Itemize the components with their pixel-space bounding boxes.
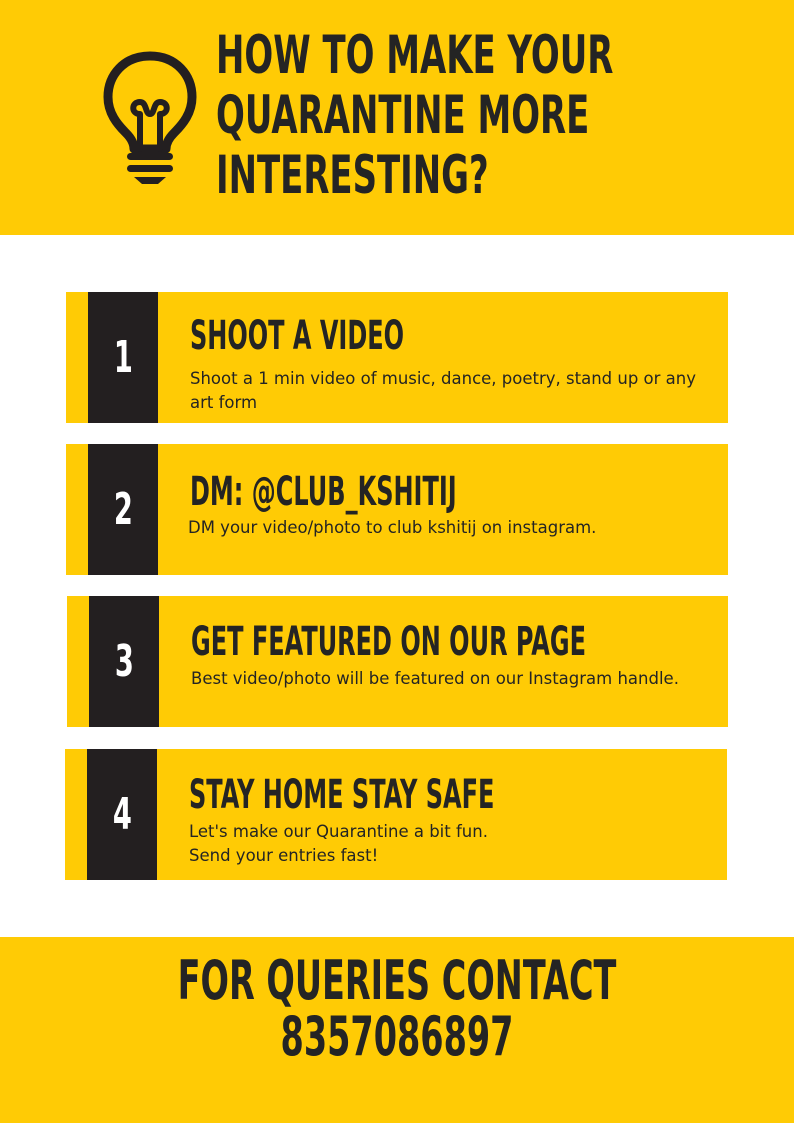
contact-block: FOR QUERIES CONTACT 8357086897 <box>0 953 794 1065</box>
step-description-line: Let's make our Quarantine a bit fun. <box>189 822 488 841</box>
step-card-1: 1 SHOOT A VIDEO Shoot a 1 min video of m… <box>66 292 728 423</box>
step-title: DM: @CLUB_KSHITIJ <box>190 469 457 515</box>
title-line: INTERESTING? <box>216 145 489 206</box>
step-description: Shoot a 1 min video of music, dance, poe… <box>190 369 696 412</box>
step-title: GET FEATURED ON OUR PAGE <box>191 619 586 665</box>
step-number-badge: 1 <box>88 292 158 423</box>
footer-banner: FOR QUERIES CONTACT 8357086897 <box>0 937 794 1123</box>
step-description-line: Send your entries fast! <box>189 846 379 865</box>
contact-label: FOR QUERIES CONTACT <box>177 949 617 1012</box>
step-card-2: 2 DM: @CLUB_KSHITIJ DM your video/photo … <box>66 444 728 575</box>
step-description: Best video/photo will be featured on our… <box>191 669 679 688</box>
title-line: HOW TO MAKE YOUR <box>216 25 614 86</box>
step-description: DM your video/photo to club kshitij on i… <box>188 518 597 537</box>
page-title: HOW TO MAKE YOUR QUARANTINE MORE INTERES… <box>216 26 613 206</box>
step-card-3: 3 GET FEATURED ON OUR PAGE Best video/ph… <box>67 596 728 727</box>
step-number: 2 <box>113 484 133 535</box>
step-description: Let's make our Quarantine a bit fun. Sen… <box>189 820 699 868</box>
step-card-4: 4 STAY HOME STAY SAFE Let's make our Qua… <box>65 749 727 880</box>
header-banner: HOW TO MAKE YOUR QUARANTINE MORE INTERES… <box>0 0 794 235</box>
step-title: STAY HOME STAY SAFE <box>189 772 495 818</box>
step-number: 3 <box>114 636 134 687</box>
step-number-badge: 2 <box>88 444 158 575</box>
step-number: 4 <box>112 789 132 840</box>
step-number-badge: 3 <box>89 596 159 727</box>
step-title: SHOOT A VIDEO <box>190 313 405 359</box>
contact-phone: 8357086897 <box>280 1005 514 1068</box>
step-number-badge: 4 <box>87 749 157 880</box>
title-line: QUARANTINE MORE <box>216 85 590 146</box>
lightbulb-icon <box>103 51 197 184</box>
step-number: 1 <box>113 332 133 383</box>
